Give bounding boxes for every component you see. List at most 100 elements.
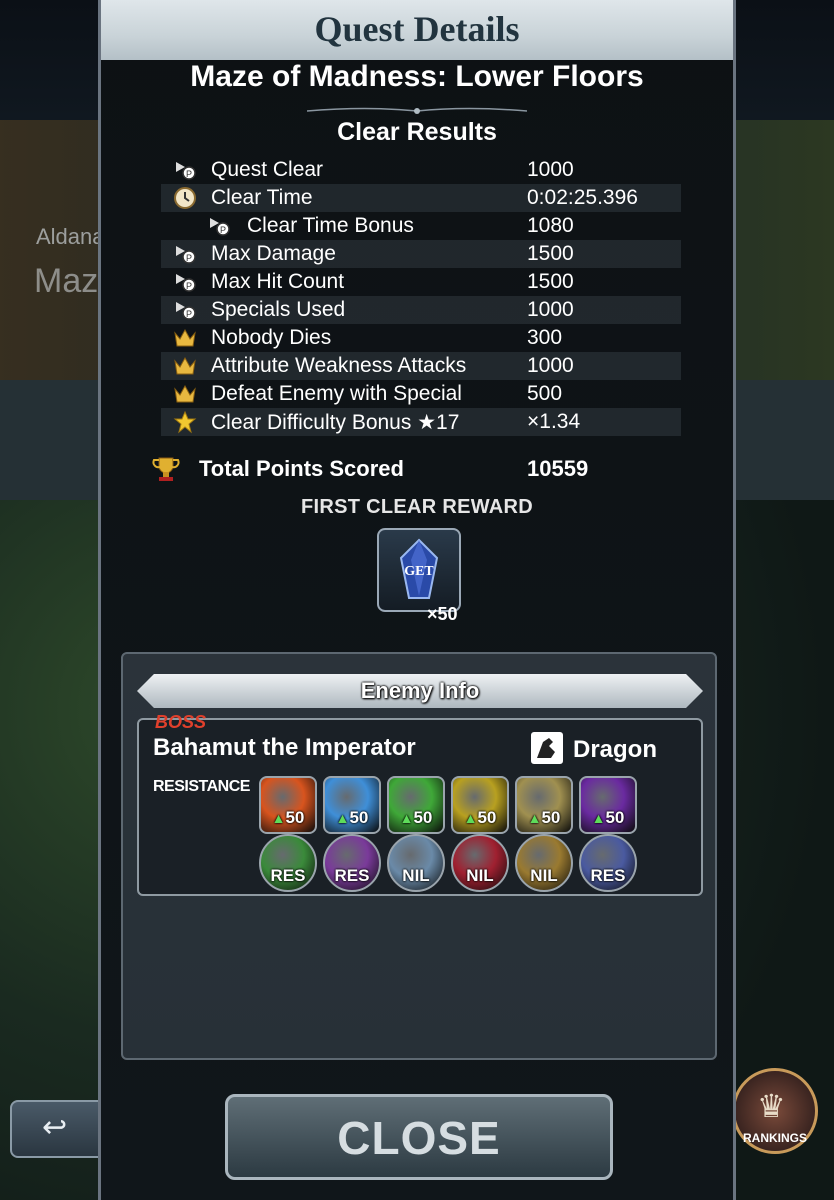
svg-text:P: P bbox=[186, 169, 192, 179]
resistance-value: RES bbox=[590, 866, 626, 885]
reward-quantity: ×50 bbox=[427, 604, 458, 624]
trophy-icon bbox=[152, 457, 180, 481]
crown-icon bbox=[173, 326, 197, 350]
dialog-title-bar: Quest Details bbox=[101, 0, 733, 60]
up-triangle-icon: ▲ bbox=[271, 810, 286, 826]
boss-name: Bahamut the Imperator bbox=[153, 734, 416, 761]
fire-resistance-icon: ▲50 bbox=[259, 776, 317, 834]
resistance-value: RES bbox=[334, 866, 370, 885]
points-icon: P bbox=[173, 298, 197, 322]
crown-icon: ♛ bbox=[757, 1088, 786, 1124]
enemy-info-header: Enemy Info bbox=[137, 674, 703, 708]
resistance-value: NIL bbox=[530, 866, 558, 885]
crown-icon bbox=[173, 354, 197, 378]
result-row: P Specials Used 1000 bbox=[161, 296, 681, 324]
result-row: Nobody Dies 300 bbox=[161, 324, 681, 352]
non-elemental-resistance-icon: RES bbox=[579, 834, 637, 892]
resistance-value: NIL bbox=[402, 866, 430, 885]
reward-get-label: GET bbox=[404, 564, 434, 579]
total-points-row: Total Points Scored 10559 bbox=[147, 452, 681, 486]
result-label: Quest Clear bbox=[211, 158, 324, 181]
result-label: Attribute Weakness Attacks bbox=[211, 354, 467, 377]
points-icon: P bbox=[207, 214, 231, 238]
crown-icon bbox=[173, 382, 197, 406]
back-button[interactable]: ↩ bbox=[10, 1100, 110, 1158]
svg-text:P: P bbox=[220, 225, 226, 235]
svg-text:P: P bbox=[186, 281, 192, 291]
resistance-value: ▲50 bbox=[453, 808, 507, 828]
result-label: Max Hit Count bbox=[211, 270, 345, 293]
up-triangle-icon: ▲ bbox=[335, 810, 350, 826]
result-label: Specials Used bbox=[211, 298, 346, 321]
first-clear-reward-label: FIRST CLEAR REWARD bbox=[300, 496, 534, 518]
dark-resistance-icon: ▲50 bbox=[579, 776, 637, 834]
enemy-info-title: Enemy Info bbox=[360, 678, 480, 703]
ice-resistance-icon: ▲50 bbox=[323, 776, 381, 834]
result-value: 1000 bbox=[527, 298, 574, 321]
holy-resistance-icon: ▲50 bbox=[515, 776, 573, 834]
up-triangle-icon: ▲ bbox=[399, 810, 414, 826]
resistance-number: 50 bbox=[477, 808, 497, 827]
resistance-number: 50 bbox=[285, 808, 305, 827]
result-row: Clear Difficulty Bonus ★17 ×1.34 bbox=[161, 408, 681, 436]
resistance-value: ▲50 bbox=[325, 808, 379, 828]
points-icon: P bbox=[173, 270, 197, 294]
result-label: Clear Difficulty Bonus ★17 bbox=[211, 411, 460, 434]
result-label: Max Damage bbox=[211, 242, 336, 265]
enemy-type: Dragon bbox=[573, 736, 657, 763]
lightning-resistance-icon: ▲50 bbox=[451, 776, 509, 834]
total-points-value: 10559 bbox=[527, 456, 589, 481]
dialog-title: Quest Details bbox=[314, 9, 520, 49]
result-label: Defeat Enemy with Special bbox=[211, 382, 462, 405]
clock-icon bbox=[173, 186, 197, 210]
bio-resistance-icon: NIL bbox=[451, 834, 509, 892]
result-row: P Max Hit Count 1500 bbox=[161, 268, 681, 296]
water-resistance-icon: NIL bbox=[387, 834, 445, 892]
bolt-resistance-icon: NIL bbox=[515, 834, 573, 892]
points-icon: P bbox=[173, 242, 197, 266]
result-label: Nobody Dies bbox=[211, 326, 332, 349]
quest-details-dialog: Quest Details Maze of Madness: Lower Flo… bbox=[98, 0, 736, 1200]
result-value: 1000 bbox=[527, 158, 574, 181]
total-points-label: Total Points Scored bbox=[199, 456, 404, 481]
reward-item[interactable]: GET ×50 bbox=[377, 528, 461, 624]
result-value: 1500 bbox=[527, 270, 574, 293]
points-icon: P bbox=[173, 158, 197, 182]
resistance-value: RES bbox=[270, 866, 306, 885]
dragon-icon bbox=[531, 732, 563, 764]
result-value: ×1.34 bbox=[527, 410, 581, 433]
result-row: P Clear Time Bonus 1080 bbox=[161, 212, 681, 240]
close-button-label: CLOSE bbox=[337, 1112, 501, 1164]
resistance-number: 50 bbox=[541, 808, 561, 827]
boss-card: BOSS Bahamut the Imperator Dragon RESIST… bbox=[137, 712, 703, 896]
quest-name: Maze of Madness: Lower Floors bbox=[190, 60, 644, 93]
back-arrow-icon: ↩ bbox=[42, 1111, 68, 1144]
result-value: 1500 bbox=[527, 242, 574, 265]
background-location: Aldana bbox=[36, 224, 105, 249]
boss-tag: BOSS bbox=[155, 712, 207, 732]
result-value: 0:02:25.396 bbox=[527, 186, 638, 209]
enemy-info-panel: Enemy Info BOSS Bahamut the Imperator Dr… bbox=[121, 652, 717, 1060]
result-row: Clear Time 0:02:25.396 bbox=[161, 184, 681, 212]
resistance-label: RESISTANCE bbox=[153, 778, 250, 795]
poison-resistance-icon: RES bbox=[323, 834, 381, 892]
result-row: P Max Damage 1500 bbox=[161, 240, 681, 268]
clear-results-list: P Quest Clear 1000 Clear Time 0:02:25.396 P Cl… bbox=[161, 156, 681, 436]
ornament-divider bbox=[307, 107, 527, 114]
rankings-button[interactable]: ♛ RANKINGS bbox=[732, 1068, 818, 1154]
resistance-value: ▲50 bbox=[517, 808, 571, 828]
result-value: 500 bbox=[527, 382, 563, 405]
resistance-value: ▲50 bbox=[261, 808, 315, 828]
result-value: 1000 bbox=[527, 354, 574, 377]
result-value: 1080 bbox=[527, 214, 574, 237]
result-row: Defeat Enemy with Special 500 bbox=[161, 380, 681, 408]
result-value: 300 bbox=[527, 326, 563, 349]
result-row: Attribute Weakness Attacks 1000 bbox=[161, 352, 681, 380]
resistance-number: 50 bbox=[605, 808, 625, 827]
up-triangle-icon: ▲ bbox=[463, 810, 478, 826]
up-triangle-icon: ▲ bbox=[591, 810, 606, 826]
result-label: Clear Time Bonus bbox=[247, 214, 414, 237]
resistance-value: ▲50 bbox=[581, 808, 635, 828]
close-button[interactable]: CLOSE bbox=[225, 1094, 613, 1180]
earth-resistance-icon: RES bbox=[259, 834, 317, 892]
